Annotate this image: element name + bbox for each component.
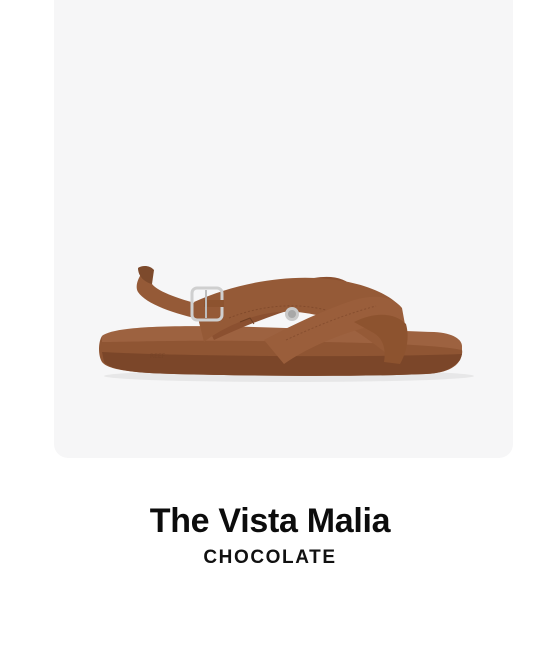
- svg-text:REEF: REEF: [150, 353, 166, 360]
- product-color: CHOCOLATE: [203, 547, 337, 568]
- product-title[interactable]: The Vista Malia: [0, 501, 540, 541]
- product-image-link[interactable]: REEF: [54, 0, 513, 458]
- product-card[interactable]: REEF The Vista Malia CHOCOLATE: [0, 0, 540, 665]
- sandal-product-image: REEF: [99, 265, 474, 382]
